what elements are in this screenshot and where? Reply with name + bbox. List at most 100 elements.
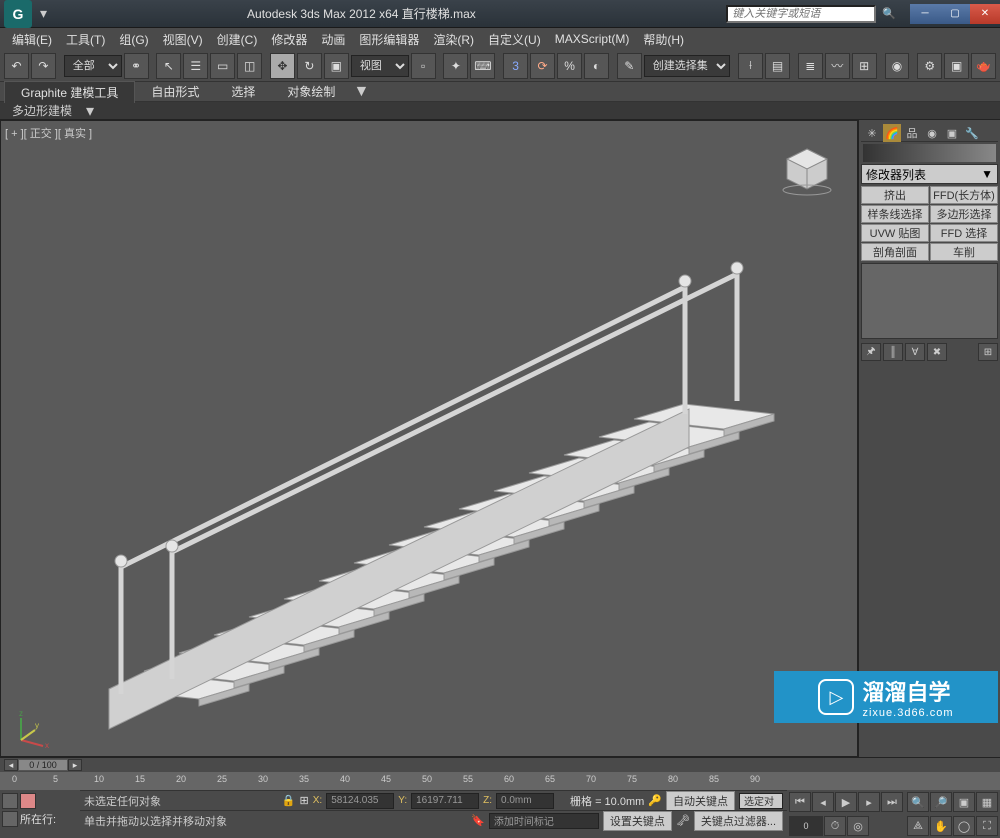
viewport[interactable]: [ + ][ 正交 ][ 真实 ] bbox=[0, 120, 858, 757]
redo-button[interactable]: ↷ bbox=[31, 53, 56, 79]
selection-scope-dropdown[interactable]: 全部 bbox=[64, 55, 122, 77]
reference-coord-dropdown[interactable]: 视图 bbox=[351, 55, 409, 77]
spinner-snap-button[interactable]: ◐ bbox=[584, 53, 609, 79]
undo-button[interactable]: ↶ bbox=[4, 53, 29, 79]
orbit-button[interactable]: ◯ bbox=[953, 816, 975, 836]
ribbon-tab-paint[interactable]: 对象绘制 bbox=[271, 81, 351, 102]
menu-tools[interactable]: 工具(T) bbox=[60, 29, 111, 50]
select-manipulate-button[interactable]: ✦ bbox=[443, 53, 468, 79]
link-button[interactable]: ⚭ bbox=[124, 53, 149, 79]
hierarchy-panel-icon[interactable]: 品 bbox=[903, 124, 921, 142]
align-button[interactable]: ▤ bbox=[765, 53, 790, 79]
render-button[interactable]: 🫖 bbox=[971, 53, 996, 79]
percent-snap-button[interactable]: % bbox=[557, 53, 582, 79]
time-tag-field[interactable]: 添加时间标记 bbox=[489, 813, 599, 829]
x-coord[interactable]: 58124.035 bbox=[326, 793, 394, 809]
schematic-view-button[interactable]: ⊞ bbox=[852, 53, 877, 79]
material-editor-button[interactable]: ◉ bbox=[885, 53, 910, 79]
transform-type-in-icon[interactable]: ⊞ bbox=[300, 794, 309, 807]
lock-selection-icon[interactable]: 🔒 bbox=[282, 794, 296, 807]
app-icon[interactable]: G bbox=[4, 0, 32, 28]
menu-animation[interactable]: 动画 bbox=[315, 29, 351, 50]
mod-lathe[interactable]: 车削 bbox=[930, 243, 998, 261]
zoom-extents-button[interactable]: ▣ bbox=[953, 792, 975, 812]
ribbon-dropdown-icon[interactable]: ▼ bbox=[351, 83, 371, 101]
pin-stack-button[interactable]: 🖈 bbox=[861, 343, 881, 361]
time-config-button[interactable]: ⏱ bbox=[824, 816, 846, 836]
motion-panel-icon[interactable]: ◉ bbox=[923, 124, 941, 142]
z-coord[interactable]: 0.0mm bbox=[496, 793, 554, 809]
render-setup-button[interactable]: ⚙ bbox=[917, 53, 942, 79]
search-icon[interactable]: 🔍 bbox=[882, 7, 896, 20]
modifier-list-dropdown[interactable]: 修改器列表▼ bbox=[861, 164, 998, 184]
macro-recorder-icon[interactable] bbox=[20, 793, 36, 809]
snap-toggle-button[interactable]: 3 bbox=[503, 53, 528, 79]
mod-poly-select[interactable]: 多边形选择 bbox=[930, 205, 998, 223]
layers-button[interactable]: ≣ bbox=[798, 53, 823, 79]
modify-panel-icon[interactable]: 🌈 bbox=[883, 124, 901, 142]
time-config-icon[interactable]: 🔑 bbox=[648, 794, 662, 807]
key-target-dropdown[interactable]: 选定对 bbox=[739, 793, 783, 809]
named-selection-dropdown[interactable]: 创建选择集 bbox=[644, 55, 731, 77]
utilities-panel-icon[interactable]: 🔧 bbox=[963, 124, 981, 142]
pan-button[interactable]: ✋ bbox=[930, 816, 952, 836]
menu-help[interactable]: 帮助(H) bbox=[637, 29, 690, 50]
configure-modifier-button[interactable]: ⊞ bbox=[978, 343, 998, 361]
mod-spline-select[interactable]: 样条线选择 bbox=[861, 205, 929, 223]
angle-snap-button[interactable]: ⟳ bbox=[530, 53, 555, 79]
next-frame-button[interactable]: ▸ bbox=[858, 792, 880, 812]
prev-frame-button[interactable]: ◂ bbox=[812, 792, 834, 812]
ribbon-tab-selection[interactable]: 选择 bbox=[215, 81, 271, 102]
menu-views[interactable]: 视图(V) bbox=[157, 29, 209, 50]
scale-button[interactable]: ▣ bbox=[324, 53, 349, 79]
key-mode-icon[interactable]: 🗝 bbox=[676, 814, 690, 827]
remove-modifier-button[interactable]: ✖ bbox=[927, 343, 947, 361]
mod-ffd-box[interactable]: FFD(长方体) bbox=[930, 186, 998, 204]
time-slider-prev[interactable]: ◂ bbox=[4, 759, 18, 771]
render-frame-button[interactable]: ▣ bbox=[944, 53, 969, 79]
menu-render[interactable]: 渲染(R) bbox=[427, 29, 480, 50]
menu-maxscript[interactable]: MAXScript(M) bbox=[549, 30, 636, 48]
mod-bevel-profile[interactable]: 剖角剖面 bbox=[861, 243, 929, 261]
keyboard-shortcut-button[interactable]: ⌨ bbox=[470, 53, 495, 79]
mod-extrude[interactable]: 挤出 bbox=[861, 186, 929, 204]
isolate-button[interactable]: ◎ bbox=[847, 816, 869, 836]
rotate-button[interactable]: ↻ bbox=[297, 53, 322, 79]
play-button[interactable]: ▶ bbox=[835, 792, 857, 812]
time-slider-next[interactable]: ▸ bbox=[68, 759, 82, 771]
script-listener-icon[interactable] bbox=[2, 793, 18, 809]
y-coord[interactable]: 16197.711 bbox=[411, 793, 479, 809]
minimize-button[interactable]: ─ bbox=[910, 4, 940, 24]
maximize-button[interactable]: ▢ bbox=[940, 4, 970, 24]
prompt-icon[interactable] bbox=[2, 811, 18, 827]
show-end-result-button[interactable]: ║ bbox=[883, 343, 903, 361]
close-button[interactable]: ✕ bbox=[970, 4, 1000, 24]
make-unique-button[interactable]: ∀ bbox=[905, 343, 925, 361]
time-ruler[interactable]: 0 5 10 15 20 25 30 35 40 45 50 55 60 65 … bbox=[0, 772, 1000, 790]
selection-region-button[interactable]: ▭ bbox=[210, 53, 235, 79]
window-crossing-button[interactable]: ◫ bbox=[237, 53, 262, 79]
ribbon-sub-dropdown-icon[interactable]: ▾ bbox=[80, 101, 100, 121]
move-button[interactable]: ✥ bbox=[270, 53, 295, 79]
goto-start-button[interactable]: ⏮ bbox=[789, 792, 811, 812]
menu-modifiers[interactable]: 修改器 bbox=[265, 29, 313, 50]
display-panel-icon[interactable]: ▣ bbox=[943, 124, 961, 142]
edit-named-selection-button[interactable]: ✎ bbox=[617, 53, 642, 79]
curve-editor-button[interactable]: 〰 bbox=[825, 53, 850, 79]
use-center-button[interactable]: ▫ bbox=[411, 53, 436, 79]
menu-customize[interactable]: 自定义(U) bbox=[482, 29, 547, 50]
quick-access-dropdown[interactable]: ▾ bbox=[40, 5, 47, 22]
menu-create[interactable]: 创建(C) bbox=[211, 29, 264, 50]
key-filters-button[interactable]: 关键点过滤器... bbox=[694, 811, 783, 831]
time-slider-handle[interactable]: 0 / 100 bbox=[18, 759, 68, 771]
help-search-input[interactable] bbox=[726, 5, 876, 23]
fov-button[interactable]: ⟁ bbox=[907, 816, 929, 836]
set-key-button[interactable]: 设置关键点 bbox=[603, 811, 672, 831]
zoom-extents-all-button[interactable]: ▦ bbox=[976, 792, 998, 812]
mirror-button[interactable]: ⟊ bbox=[738, 53, 763, 79]
select-by-name-button[interactable]: ☰ bbox=[183, 53, 208, 79]
object-color-swatch[interactable] bbox=[863, 144, 996, 162]
menu-group[interactable]: 组(G) bbox=[113, 29, 154, 50]
create-panel-icon[interactable]: ✳ bbox=[863, 124, 881, 142]
maximize-viewport-button[interactable]: ⛶ bbox=[976, 816, 998, 836]
